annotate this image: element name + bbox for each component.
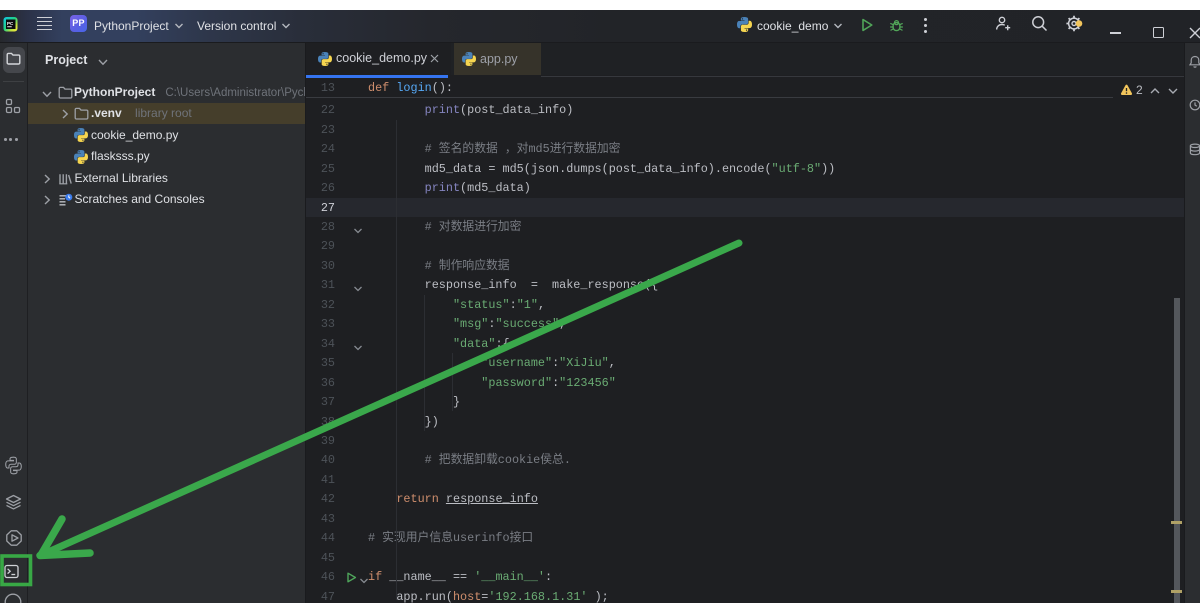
svg-text:PC: PC [7, 21, 14, 26]
